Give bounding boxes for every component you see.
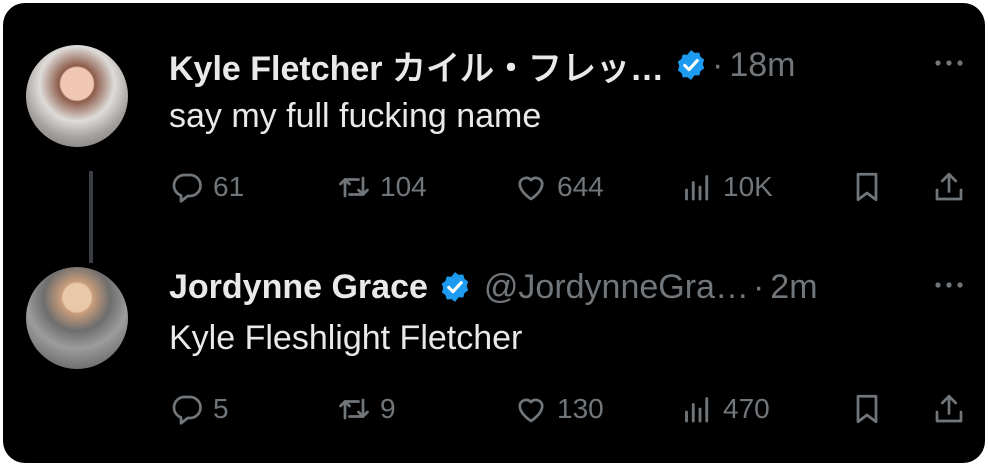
tweet-text: say my full fucking name <box>169 97 542 135</box>
views-icon <box>685 175 709 201</box>
like-count: 644 <box>557 171 604 202</box>
views-button[interactable]: 470 <box>679 387 770 431</box>
bookmark-button[interactable] <box>849 165 885 209</box>
share-button[interactable] <box>931 387 967 431</box>
avatar[interactable] <box>26 267 128 369</box>
separator-dot: · <box>752 267 765 306</box>
reply-count: 61 <box>213 171 245 202</box>
action-bar: 5 9 130 470 <box>3 387 985 431</box>
share-button[interactable] <box>931 165 967 209</box>
repost-count: 104 <box>380 171 427 202</box>
timestamp[interactable]: 2m <box>770 268 817 307</box>
repost-icon <box>339 398 369 420</box>
views-button[interactable]: 10K <box>679 165 773 209</box>
display-name[interactable]: Kyle Fletcher カイル・フレッ… <box>169 41 664 90</box>
repost-count: 9 <box>380 393 396 424</box>
avatar[interactable] <box>26 45 128 147</box>
verified-badge-icon <box>441 272 469 302</box>
repost-icon <box>339 176 369 198</box>
bookmark-icon <box>856 394 878 424</box>
reply-button[interactable]: 61 <box>169 165 244 209</box>
handle[interactable]: @JordynneGra… <box>484 268 749 307</box>
bookmark-icon <box>856 172 878 202</box>
like-count: 130 <box>557 393 604 424</box>
separator-dot: · <box>711 45 724 84</box>
verified-badge-icon <box>677 50 705 80</box>
repost-button[interactable]: 104 <box>336 165 427 209</box>
like-icon <box>518 176 544 201</box>
tweet-text: Kyle Fleshlight Fletcher <box>169 319 523 357</box>
timestamp[interactable]: 18m <box>729 46 795 85</box>
view-count: 10K <box>723 171 773 202</box>
views-icon <box>685 397 709 423</box>
share-icon <box>935 394 963 423</box>
view-count: 470 <box>723 393 770 424</box>
tweet-header: Kyle Fletcher カイル・フレッ… · 18m <box>169 41 795 89</box>
reply-icon <box>172 395 202 425</box>
like-button[interactable]: 644 <box>513 165 604 209</box>
reply-icon <box>172 173 202 203</box>
tweet-header: Jordynne Grace @JordynneGra… · 2m <box>169 263 818 311</box>
action-bar: 61 104 644 10K <box>3 165 985 209</box>
bookmark-button[interactable] <box>849 387 885 431</box>
like-icon <box>518 398 544 423</box>
display-name[interactable]: Jordynne Grace <box>169 268 428 307</box>
more-icon[interactable] <box>933 57 965 69</box>
like-button[interactable]: 130 <box>513 387 604 431</box>
more-icon[interactable] <box>933 279 965 291</box>
reply-count: 5 <box>213 393 229 424</box>
reply-button[interactable]: 5 <box>169 387 229 431</box>
share-icon <box>935 172 963 201</box>
tweet-thread-card: Kyle Fletcher カイル・フレッ… · 18m say my full… <box>3 3 985 463</box>
repost-button[interactable]: 9 <box>336 387 396 431</box>
